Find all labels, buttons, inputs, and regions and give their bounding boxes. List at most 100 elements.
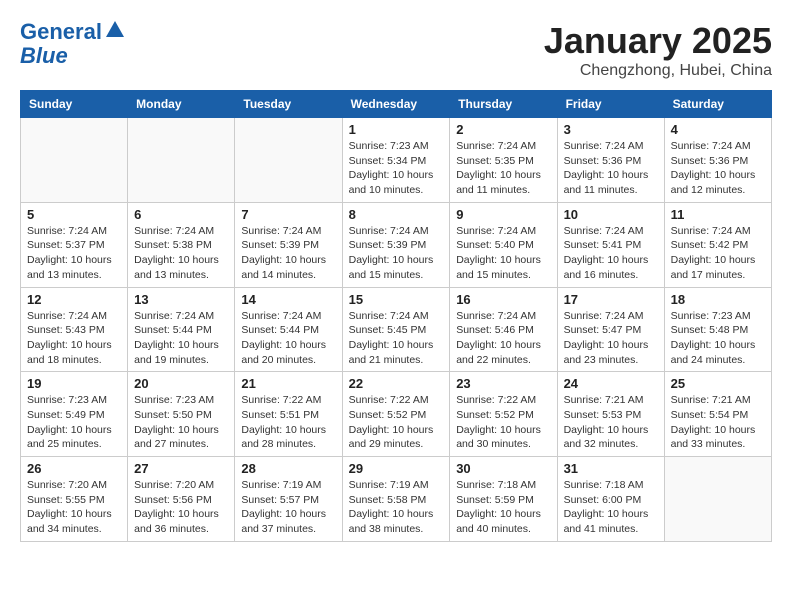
weekday-header-wednesday: Wednesday: [342, 91, 450, 118]
calendar-cell: 29 Sunrise: 7:19 AM Sunset: 5:58 PM Dayli…: [342, 457, 450, 542]
day-number: 1: [349, 122, 444, 137]
calendar-cell: 6 Sunrise: 7:24 AM Sunset: 5:38 PM Daylig…: [128, 202, 235, 287]
day-number: 15: [349, 292, 444, 307]
day-info: Sunrise: 7:24 AM Sunset: 5:44 PM Dayligh…: [241, 309, 335, 368]
week-row-2: 5 Sunrise: 7:24 AM Sunset: 5:37 PM Daylig…: [21, 202, 772, 287]
calendar-cell: 1 Sunrise: 7:23 AM Sunset: 5:34 PM Daylig…: [342, 118, 450, 203]
day-info: Sunrise: 7:19 AM Sunset: 5:57 PM Dayligh…: [241, 478, 335, 537]
calendar-cell: 2Sunrise: 7:24 AM Sunset: 5:35 PM Daylig…: [450, 118, 557, 203]
day-info: Sunrise: 7:24 AM Sunset: 5:38 PM Dayligh…: [134, 224, 228, 283]
title-area: January 2025 Chengzhong, Hubei, China: [544, 20, 772, 80]
day-number: 11: [671, 207, 765, 222]
logo-text-blue: Blue: [20, 44, 68, 68]
day-number: 21: [241, 376, 335, 391]
day-info: Sunrise: 7:22 AM Sunset: 5:51 PM Dayligh…: [241, 393, 335, 452]
calendar-cell: 9Sunrise: 7:24 AM Sunset: 5:40 PM Daylig…: [450, 202, 557, 287]
weekday-header-friday: Friday: [557, 91, 664, 118]
week-row-5: 26 Sunrise: 7:20 AM Sunset: 5:55 PM Dayli…: [21, 457, 772, 542]
calendar-cell: 17 Sunrise: 7:24 AM Sunset: 5:47 PM Dayli…: [557, 287, 664, 372]
week-row-4: 19 Sunrise: 7:23 AM Sunset: 5:49 PM Dayli…: [21, 372, 772, 457]
logo-icon: [104, 19, 126, 41]
day-number: 19: [27, 376, 121, 391]
calendar-cell: 3 Sunrise: 7:24 AM Sunset: 5:36 PM Daylig…: [557, 118, 664, 203]
day-number: 27: [134, 461, 228, 476]
day-number: 28: [241, 461, 335, 476]
day-info: Sunrise: 7:22 AM Sunset: 5:52 PM Dayligh…: [456, 393, 550, 452]
day-number: 16: [456, 292, 550, 307]
day-number: 13: [134, 292, 228, 307]
calendar-cell: 23Sunrise: 7:22 AM Sunset: 5:52 PM Dayli…: [450, 372, 557, 457]
calendar-cell: 18 Sunrise: 7:23 AM Sunset: 5:48 PM Dayli…: [664, 287, 771, 372]
calendar-cell: 8 Sunrise: 7:24 AM Sunset: 5:39 PM Daylig…: [342, 202, 450, 287]
calendar-cell: 4Sunrise: 7:24 AM Sunset: 5:36 PM Daylig…: [664, 118, 771, 203]
day-number: 30: [456, 461, 550, 476]
day-number: 18: [671, 292, 765, 307]
calendar-cell: 25 Sunrise: 7:21 AM Sunset: 5:54 PM Dayli…: [664, 372, 771, 457]
day-number: 20: [134, 376, 228, 391]
day-number: 24: [564, 376, 658, 391]
calendar-cell: [21, 118, 128, 203]
day-number: 26: [27, 461, 121, 476]
calendar-cell: 30 Sunrise: 7:18 AM Sunset: 5:59 PM Dayli…: [450, 457, 557, 542]
calendar-cell: 15 Sunrise: 7:24 AM Sunset: 5:45 PM Dayli…: [342, 287, 450, 372]
calendar-cell: 26 Sunrise: 7:20 AM Sunset: 5:55 PM Dayli…: [21, 457, 128, 542]
day-number: 14: [241, 292, 335, 307]
day-info: Sunrise: 7:18 AM Sunset: 5:59 PM Dayligh…: [456, 478, 550, 537]
day-info: Sunrise: 7:23 AM Sunset: 5:49 PM Dayligh…: [27, 393, 121, 452]
logo: General Blue: [20, 20, 126, 68]
calendar-cell: [235, 118, 342, 203]
calendar-cell: 5 Sunrise: 7:24 AM Sunset: 5:37 PM Daylig…: [21, 202, 128, 287]
day-number: 29: [349, 461, 444, 476]
page-header: General Blue January 2025 Chengzhong, Hu…: [20, 20, 772, 80]
day-info: Sunrise: 7:24 AM Sunset: 5:40 PM Dayligh…: [456, 224, 550, 283]
day-info: Sunrise: 7:22 AM Sunset: 5:52 PM Dayligh…: [349, 393, 444, 452]
calendar-cell: 22Sunrise: 7:22 AM Sunset: 5:52 PM Dayli…: [342, 372, 450, 457]
day-info: Sunrise: 7:24 AM Sunset: 5:43 PM Dayligh…: [27, 309, 121, 368]
day-number: 3: [564, 122, 658, 137]
day-info: Sunrise: 7:18 AM Sunset: 6:00 PM Dayligh…: [564, 478, 658, 537]
day-info: Sunrise: 7:24 AM Sunset: 5:42 PM Dayligh…: [671, 224, 765, 283]
calendar-cell: 7Sunrise: 7:24 AM Sunset: 5:39 PM Daylig…: [235, 202, 342, 287]
calendar-cell: 31 Sunrise: 7:18 AM Sunset: 6:00 PM Dayli…: [557, 457, 664, 542]
day-info: Sunrise: 7:23 AM Sunset: 5:48 PM Dayligh…: [671, 309, 765, 368]
day-number: 5: [27, 207, 121, 222]
calendar-cell: [664, 457, 771, 542]
calendar-cell: 21 Sunrise: 7:22 AM Sunset: 5:51 PM Dayli…: [235, 372, 342, 457]
day-info: Sunrise: 7:24 AM Sunset: 5:47 PM Dayligh…: [564, 309, 658, 368]
day-number: 17: [564, 292, 658, 307]
logo-text-general: General: [20, 20, 102, 44]
day-info: Sunrise: 7:24 AM Sunset: 5:35 PM Dayligh…: [456, 139, 550, 198]
calendar-cell: [128, 118, 235, 203]
calendar-cell: 27 Sunrise: 7:20 AM Sunset: 5:56 PM Dayli…: [128, 457, 235, 542]
calendar-cell: 28 Sunrise: 7:19 AM Sunset: 5:57 PM Dayli…: [235, 457, 342, 542]
day-info: Sunrise: 7:24 AM Sunset: 5:41 PM Dayligh…: [564, 224, 658, 283]
calendar-cell: 24Sunrise: 7:21 AM Sunset: 5:53 PM Dayli…: [557, 372, 664, 457]
day-info: Sunrise: 7:24 AM Sunset: 5:36 PM Dayligh…: [564, 139, 658, 198]
day-info: Sunrise: 7:24 AM Sunset: 5:44 PM Dayligh…: [134, 309, 228, 368]
day-number: 25: [671, 376, 765, 391]
calendar-cell: 19 Sunrise: 7:23 AM Sunset: 5:49 PM Dayli…: [21, 372, 128, 457]
day-number: 6: [134, 207, 228, 222]
day-info: Sunrise: 7:20 AM Sunset: 5:55 PM Dayligh…: [27, 478, 121, 537]
day-info: Sunrise: 7:23 AM Sunset: 5:34 PM Dayligh…: [349, 139, 444, 198]
day-number: 8: [349, 207, 444, 222]
calendar-table: SundayMondayTuesdayWednesdayThursdayFrid…: [20, 90, 772, 542]
day-info: Sunrise: 7:24 AM Sunset: 5:37 PM Dayligh…: [27, 224, 121, 283]
weekday-header-row: SundayMondayTuesdayWednesdayThursdayFrid…: [21, 91, 772, 118]
day-info: Sunrise: 7:24 AM Sunset: 5:46 PM Dayligh…: [456, 309, 550, 368]
day-number: 31: [564, 461, 658, 476]
day-info: Sunrise: 7:20 AM Sunset: 5:56 PM Dayligh…: [134, 478, 228, 537]
month-title: January 2025: [544, 20, 772, 62]
day-number: 12: [27, 292, 121, 307]
week-row-3: 12 Sunrise: 7:24 AM Sunset: 5:43 PM Dayli…: [21, 287, 772, 372]
day-info: Sunrise: 7:21 AM Sunset: 5:54 PM Dayligh…: [671, 393, 765, 452]
day-info: Sunrise: 7:24 AM Sunset: 5:45 PM Dayligh…: [349, 309, 444, 368]
weekday-header-saturday: Saturday: [664, 91, 771, 118]
weekday-header-tuesday: Tuesday: [235, 91, 342, 118]
weekday-header-monday: Monday: [128, 91, 235, 118]
weekday-header-sunday: Sunday: [21, 91, 128, 118]
day-info: Sunrise: 7:19 AM Sunset: 5:58 PM Dayligh…: [349, 478, 444, 537]
calendar-cell: 16 Sunrise: 7:24 AM Sunset: 5:46 PM Dayli…: [450, 287, 557, 372]
day-info: Sunrise: 7:24 AM Sunset: 5:39 PM Dayligh…: [349, 224, 444, 283]
day-number: 7: [241, 207, 335, 222]
